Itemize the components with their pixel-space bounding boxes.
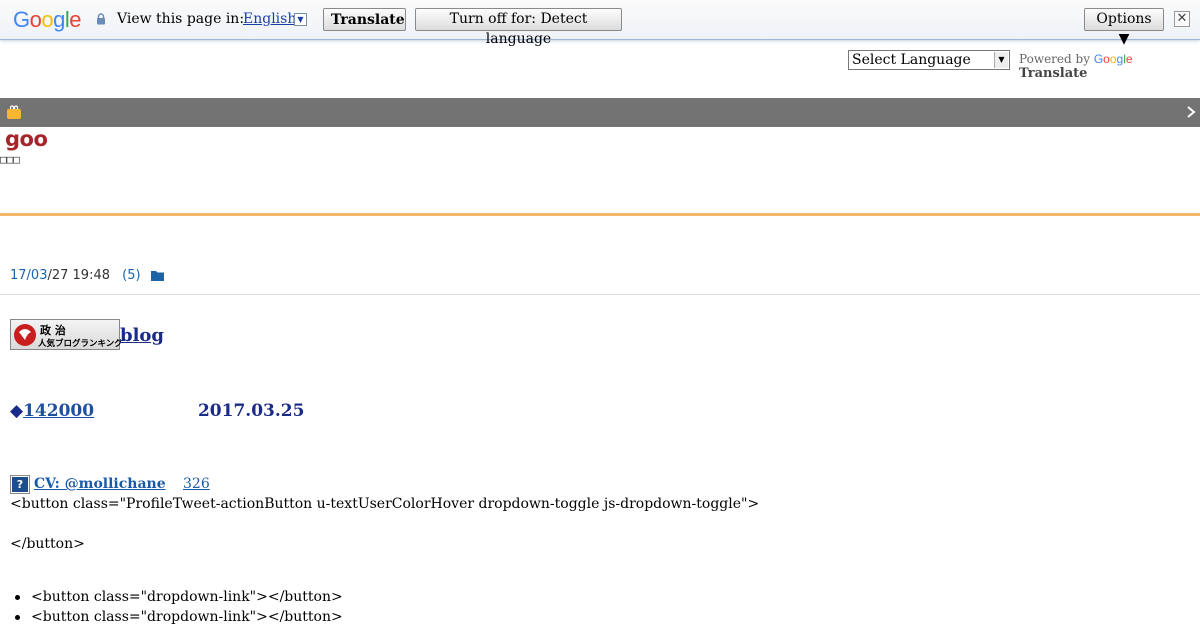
google-logo-letter: G <box>13 7 30 32</box>
chevron-down-icon: ▼ <box>994 52 1008 68</box>
blog-ranking-banner[interactable]: 政 治 人気ブログランキング <box>10 319 123 350</box>
raw-code-line: </button> <box>10 536 85 552</box>
diamond-bullet-icon: ◆ <box>10 401 24 421</box>
view-page-label: View this page in: <box>117 11 245 27</box>
google-logo-letter: o <box>29 7 42 32</box>
language-dropdown-icon[interactable]: ▼ <box>294 13 307 26</box>
google-wordmark: Google <box>1094 52 1133 66</box>
blog-link[interactable]: blog <box>120 325 164 346</box>
meta-divider <box>0 294 1200 295</box>
options-button[interactable]: Options ▼ <box>1084 8 1164 47</box>
headline-date: 2017.03.25 <box>192 401 305 421</box>
header-divider <box>0 213 1200 216</box>
goo-logo[interactable]: goo <box>5 127 48 151</box>
powered-by-google-translate[interactable]: Powered by Google Translate <box>1019 52 1200 81</box>
google-wordmark-letter: e <box>1125 52 1133 66</box>
turn-off-button[interactable]: Turn off for: Detect language <box>415 8 622 47</box>
select-language-dropdown[interactable]: Select Language ▼ <box>848 50 1010 70</box>
close-icon[interactable]: ✕ <box>1174 11 1190 27</box>
tweet-count-link[interactable]: 326 <box>183 476 210 492</box>
google-wordmark-letter: o <box>1103 52 1110 66</box>
translate-wordmark: Translate <box>1019 66 1088 81</box>
translate-bar: Google View this page in: English ▼ Tran… <box>0 0 1200 47</box>
svg-text:人気ブログランキング: 人気ブログランキング <box>38 338 121 349</box>
powered-by-label: Powered by <box>1019 52 1090 66</box>
post-date-link[interactable]: 17/03 <box>10 268 47 283</box>
google-logo: Google <box>13 7 82 33</box>
tweet-author-link[interactable]: CV: @mollichane <box>34 476 166 492</box>
svg-text:政 治: 政 治 <box>40 323 66 337</box>
dropdown-list: <button class="dropdown-link"></button> … <box>15 589 343 629</box>
post-date-time: /27 19:48 <box>47 268 110 283</box>
target-language-link[interactable]: English <box>243 11 296 27</box>
select-language-label: Select Language <box>852 52 971 68</box>
site-top-bar <box>0 98 1200 127</box>
google-wordmark-letter: G <box>1093 52 1104 66</box>
ranking-logo-icon: 政 治 人気ブログランキング <box>14 323 123 349</box>
site-subtitle: □□□ <box>0 153 20 166</box>
shopping-bag-icon[interactable] <box>6 104 22 120</box>
list-item: <button class="dropdown-link"></button> <box>15 609 343 629</box>
folder-icon[interactable] <box>151 270 164 281</box>
list-item: <button class="dropdown-link"></button> <box>15 589 343 609</box>
raw-code-line: <button class="ProfileTweet-actionButton… <box>10 496 760 512</box>
post-headline: ◆142000 2017.03.25 <box>10 401 304 421</box>
google-wordmark-letter: o <box>1109 52 1117 66</box>
post-meta: 17/03/27 19:48 (5) <box>10 268 141 283</box>
translate-button[interactable]: Translate <box>323 8 406 31</box>
google-logo-letter: g <box>53 7 65 32</box>
lock-icon <box>97 13 105 25</box>
google-logo-letter: o <box>41 7 54 32</box>
comment-count-link[interactable]: (5) <box>122 268 140 283</box>
chevron-right-icon[interactable] <box>1184 104 1198 120</box>
headline-link[interactable]: 142000 <box>23 401 94 421</box>
google-logo-letter: e <box>69 7 82 32</box>
headline-link-gap[interactable] <box>94 415 192 416</box>
broken-image-icon: ? <box>10 475 30 494</box>
